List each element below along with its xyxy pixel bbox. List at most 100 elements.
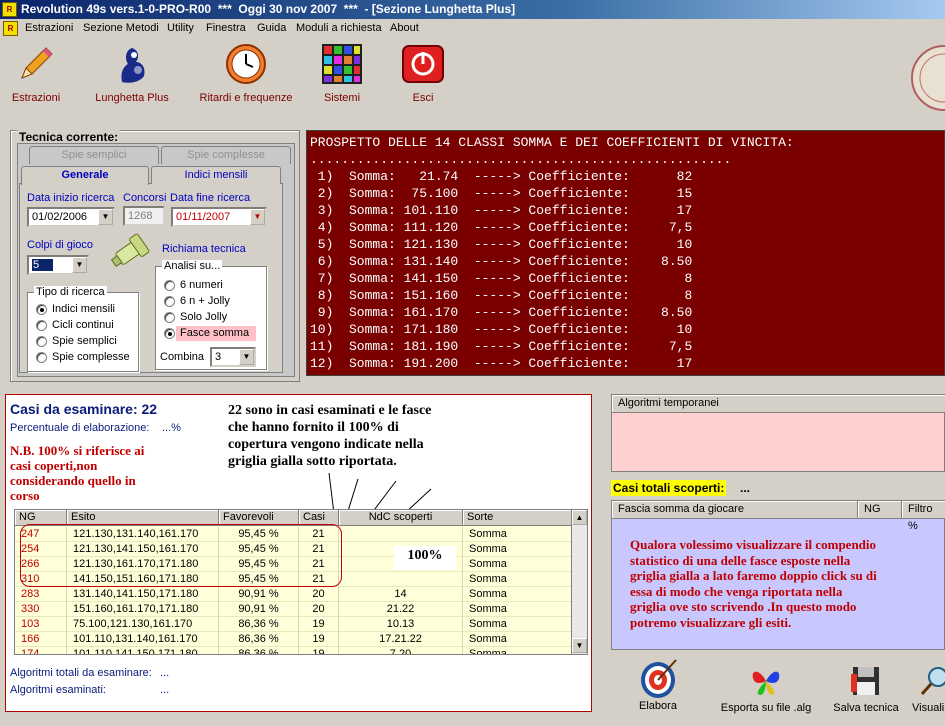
table-row[interactable]: 166 101.110,131.140,161.170 86,36 % 19 17.21… xyxy=(15,632,573,647)
menu-sezione-metodi[interactable]: Sezione Metodi xyxy=(83,22,159,34)
visualize-button[interactable]: Visuali xyxy=(912,664,945,714)
annotation-block: 22 sono in casi esaminati e le fasce che… xyxy=(228,403,432,469)
menu-finestra[interactable]: Finestra xyxy=(206,22,246,34)
toolbar-ritardi-button[interactable]: Ritardi e frequenze xyxy=(190,42,302,104)
save-technique-button[interactable]: Salva tecnica xyxy=(830,664,902,714)
toolbar-lunghetta-plus-button[interactable]: Lunghetta Plus xyxy=(86,42,178,104)
tab-spie-semplici[interactable]: Spie semplici xyxy=(29,146,159,164)
cell-favorevoli: 86,36 % xyxy=(219,617,299,632)
tab-indici-mensili[interactable]: Indici mensili xyxy=(151,166,281,184)
chevron-down-icon[interactable]: ▼ xyxy=(572,638,587,653)
radio-6n-jolly[interactable] xyxy=(164,296,175,307)
col-sorte[interactable]: Sorte xyxy=(463,510,573,526)
contests-field: 1268 xyxy=(123,206,165,226)
examined-algorithms-value: ... xyxy=(160,684,170,696)
table-row[interactable]: 254 121.130,141.150,161.170 95,45 % 21 Somma xyxy=(15,542,573,557)
chevron-down-icon[interactable]: ▼ xyxy=(250,209,265,225)
butterfly-icon xyxy=(749,664,783,698)
radio-fasce-somma[interactable] xyxy=(164,328,175,339)
col-casi[interactable]: Casi xyxy=(299,510,339,526)
elabora-button[interactable]: Elabora xyxy=(628,656,688,712)
cell-ndc: 14 xyxy=(339,587,463,602)
table-row[interactable]: 330 151.160,161.170,171.180 90,91 % 20 21.22… xyxy=(15,602,573,617)
grid-scrollbar[interactable]: ▲ ▼ xyxy=(571,510,587,654)
cell-ng: 166 xyxy=(15,632,67,647)
logo-icon xyxy=(910,44,945,114)
contests-label: Concorsi xyxy=(123,192,167,204)
cell-esito: 75.100,121.130,161.170 xyxy=(67,617,219,632)
table-row[interactable]: 247 121.130,131.140,161.170 95,45 % 21 Somma xyxy=(15,527,573,542)
cell-favorevoli: 90,91 % xyxy=(219,602,299,617)
table-row[interactable]: 103 75.100,121.130,161.170 86,36 % 19 10.13 S… xyxy=(15,617,573,632)
cell-sorte: Somma xyxy=(463,557,573,572)
col-fascia-somma[interactable]: Fascia somma da giocare xyxy=(612,501,858,519)
table-row[interactable]: 174 101.110,141.150,171.180 86,36 % 19 7.20 S… xyxy=(15,647,573,654)
col-filtro[interactable]: Filtro % xyxy=(902,501,945,532)
menu-estrazioni[interactable]: Estrazioni xyxy=(25,22,73,34)
col-favorevoli[interactable]: Favorevoli xyxy=(219,510,299,526)
uncovered-grid: Fascia somma da giocare NG Filtro % Qual… xyxy=(611,500,945,650)
toolbar-esci-button[interactable]: Esci xyxy=(398,42,448,104)
end-date-field[interactable]: 01/11/2007 ▼ xyxy=(171,207,267,227)
radio-indici-mensili[interactable] xyxy=(36,304,47,315)
search-type-group: Tipo di ricerca Indici mensili Cicli con… xyxy=(27,286,139,372)
progress-label: Percentuale di elaborazione: xyxy=(10,422,150,434)
export-alg-button[interactable]: Esporta su file .alg xyxy=(718,664,814,714)
toolbar-sistemi-button[interactable]: Sistemi xyxy=(316,42,368,104)
report-row: 6) Somma: 131.140 -----> Coefficiente: 8… xyxy=(310,254,693,269)
cell-casi: 19 xyxy=(299,647,339,654)
tab-generale[interactable]: Generale xyxy=(21,166,149,185)
menu-moduli-a-richiesta[interactable]: Moduli a richiesta xyxy=(296,22,382,34)
menu-app-icon[interactable]: R xyxy=(3,21,18,36)
algtemp-header[interactable]: Algoritmi temporanei xyxy=(612,395,945,413)
cell-esito: 141.150,151.160,171.180 xyxy=(67,572,219,587)
radio-spie-semplici[interactable] xyxy=(36,336,47,347)
radio-solo-jolly[interactable] xyxy=(164,312,175,323)
start-date-label: Data inizio ricerca xyxy=(27,192,115,204)
app-icon: R xyxy=(2,2,17,17)
cell-sorte: Somma xyxy=(463,647,573,654)
col-ndc-scoperti[interactable]: NdC scoperti xyxy=(339,510,463,526)
shots-label: Colpi di gioco xyxy=(27,239,94,251)
col-esito[interactable]: Esito xyxy=(67,510,219,526)
cell-esito: 151.160,161.170,171.180 xyxy=(67,602,219,617)
tab-spie-complesse[interactable]: Spie complesse xyxy=(161,146,291,164)
menu-guida[interactable]: Guida xyxy=(257,22,286,34)
table-row[interactable]: 310 141.150,151.160,171.180 95,45 % 21 Somma xyxy=(15,572,573,587)
cell-ng: 254 xyxy=(15,542,67,557)
cell-ng: 283 xyxy=(15,587,67,602)
table-row[interactable]: 283 131.140,141.150,171.180 90,91 % 20 14 Som… xyxy=(15,587,573,602)
cell-casi: 19 xyxy=(299,632,339,647)
end-date-label: Data fine ricerca xyxy=(170,192,251,204)
start-date-field[interactable]: 01/02/2006 ▼ xyxy=(27,207,115,227)
recall-technique-label[interactable]: Richiama tecnica xyxy=(162,243,246,255)
report-row: 7) Somma: 141.150 -----> Coefficiente: 8 xyxy=(310,271,693,286)
cell-ng: 266 xyxy=(15,557,67,572)
menu-utility[interactable]: Utility xyxy=(167,22,194,34)
toolbar-estrazioni-button[interactable]: Estrazioni xyxy=(6,42,66,104)
radio-cicli-continui[interactable] xyxy=(36,320,47,331)
cell-esito: 131.140,141.150,171.180 xyxy=(67,587,219,602)
chevron-up-icon[interactable]: ▲ xyxy=(572,510,587,525)
flashlight-icon[interactable] xyxy=(107,231,153,275)
chevron-down-icon[interactable]: ▼ xyxy=(239,349,254,365)
grid-squares-icon xyxy=(320,42,364,86)
cell-esito: 121.130,161.170,171.180 xyxy=(67,557,219,572)
cell-sorte: Somma xyxy=(463,542,573,557)
col-ng[interactable]: NG xyxy=(15,510,67,526)
table-row[interactable]: 266 121.130,161.170,171.180 95,45 % 21 Somma xyxy=(15,557,573,572)
combine-field[interactable]: 3 ▼ xyxy=(210,347,256,367)
menu-about[interactable]: About xyxy=(390,22,419,34)
radio-spie-complesse[interactable] xyxy=(36,352,47,363)
report-row: 3) Somma: 101.110 -----> Coefficiente: 1… xyxy=(310,203,693,218)
instructions-note: Qualora volessimo visualizzare il compen… xyxy=(630,537,877,630)
radio-6-numeri[interactable] xyxy=(164,280,175,291)
col-ng-right[interactable]: NG xyxy=(858,501,902,519)
floppy-icon xyxy=(849,664,883,698)
cell-casi: 19 xyxy=(299,617,339,632)
cell-favorevoli: 95,45 % xyxy=(219,557,299,572)
cell-ndc xyxy=(339,527,463,542)
chevron-down-icon[interactable]: ▼ xyxy=(98,209,113,225)
shots-field[interactable]: 5 ▼ xyxy=(27,255,89,275)
chevron-down-icon[interactable]: ▼ xyxy=(72,257,87,273)
